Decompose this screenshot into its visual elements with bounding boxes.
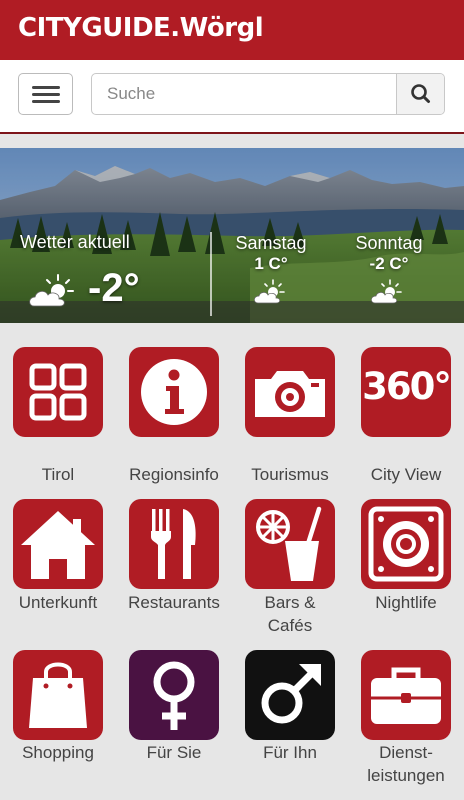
tile-unterkunft[interactable]: Unterkunft — [0, 499, 116, 629]
tile-label: Regionsinfo — [129, 465, 219, 484]
tile-label: Bars & — [264, 593, 316, 612]
forecast-temp-2: -2 C° — [369, 254, 409, 273]
tile-label: leistungen — [367, 766, 445, 785]
hamburger-line — [32, 93, 60, 96]
partly-cloudy-icon — [29, 274, 74, 307]
cutlery-icon — [151, 509, 196, 579]
tile-bars-cafes[interactable]: Bars & Cafés — [232, 499, 348, 635]
house-icon — [21, 511, 95, 579]
tile-label: Dienst- — [379, 743, 433, 762]
current-temperature: -2° — [88, 266, 140, 310]
shopping-bag-icon — [29, 662, 87, 728]
tile-label: Nightlife — [375, 593, 437, 612]
category-grid: Tirol Regionsinfo Tourismus 360° City Vi… — [0, 323, 464, 800]
tile-fuer-ihn[interactable]: Für Ihn — [232, 650, 348, 790]
tile-icon-box — [361, 650, 451, 740]
tile-label: City View — [370, 465, 442, 484]
tile-label: Für Ihn — [263, 743, 317, 762]
tile-icon-box — [13, 347, 103, 437]
hamburger-line — [32, 100, 60, 103]
tile-regionsinfo[interactable]: Regionsinfo — [116, 347, 232, 484]
tile-label: Restaurants — [128, 593, 220, 612]
tile-tourismus[interactable]: Tourismus — [232, 347, 348, 484]
search-bar — [0, 60, 464, 134]
forecast-day-1: Samstag — [235, 233, 307, 253]
female-icon — [153, 661, 195, 730]
tile-icon-box — [361, 499, 451, 589]
tile-icon-box — [13, 499, 103, 589]
search-icon — [411, 84, 430, 103]
tile-label: Shopping — [22, 743, 94, 762]
tile-nightlife[interactable]: Nightlife — [348, 499, 464, 629]
forecast-day-2: Sonntag — [355, 233, 423, 253]
tile-fuer-sie[interactable]: Für Sie — [116, 650, 232, 790]
tile-shopping[interactable]: Shopping — [0, 650, 116, 790]
grid-icon — [29, 363, 87, 421]
current-weather-label: Wetter aktuell — [20, 232, 130, 252]
search-button[interactable] — [396, 74, 444, 114]
tile-label: Cafés — [267, 616, 313, 635]
male-icon — [261, 664, 321, 724]
search-input[interactable] — [92, 74, 397, 114]
tile-restaurants[interactable]: Restaurants — [116, 499, 232, 629]
360-icon: 360° — [362, 365, 452, 408]
tile-city-view[interactable]: 360° City View — [348, 347, 464, 484]
tile-label: Unterkunft — [18, 593, 98, 612]
speaker-icon — [368, 506, 444, 582]
menu-button[interactable] — [18, 73, 73, 115]
tile-label: Für Sie — [146, 743, 202, 762]
tile-label: Tourismus — [251, 465, 329, 484]
weather-banner[interactable]: Wetter aktuell -2° Samstag 1 C° Sonntag … — [0, 148, 464, 323]
tile-icon-box — [245, 347, 335, 437]
app-header: CITYGUIDE.Wörgl — [0, 0, 464, 60]
tile-tirol[interactable]: Tirol — [0, 347, 116, 484]
tile-dienstleistungen[interactable]: Dienst- leistungen — [348, 650, 464, 790]
info-icon — [141, 359, 207, 425]
tile-icon-box — [245, 499, 335, 589]
app-logo[interactable]: CITYGUIDE.Wörgl — [18, 9, 264, 47]
drink-icon — [256, 506, 322, 581]
hamburger-line — [32, 86, 60, 89]
briefcase-icon — [371, 667, 441, 724]
partly-sunny-icon — [254, 279, 285, 304]
camera-icon — [255, 371, 325, 417]
tile-label: Tirol — [41, 465, 75, 484]
tile-icon-box: 360° — [361, 347, 452, 437]
tile-icon-box — [245, 650, 335, 740]
search-box — [91, 73, 445, 115]
tile-icon-box — [129, 347, 219, 437]
tile-icon-box — [129, 650, 219, 740]
forecast-temp-1: 1 C° — [254, 254, 288, 273]
tile-icon-box — [13, 650, 103, 740]
partly-sunny-icon — [371, 279, 402, 304]
tile-icon-box — [129, 499, 219, 589]
